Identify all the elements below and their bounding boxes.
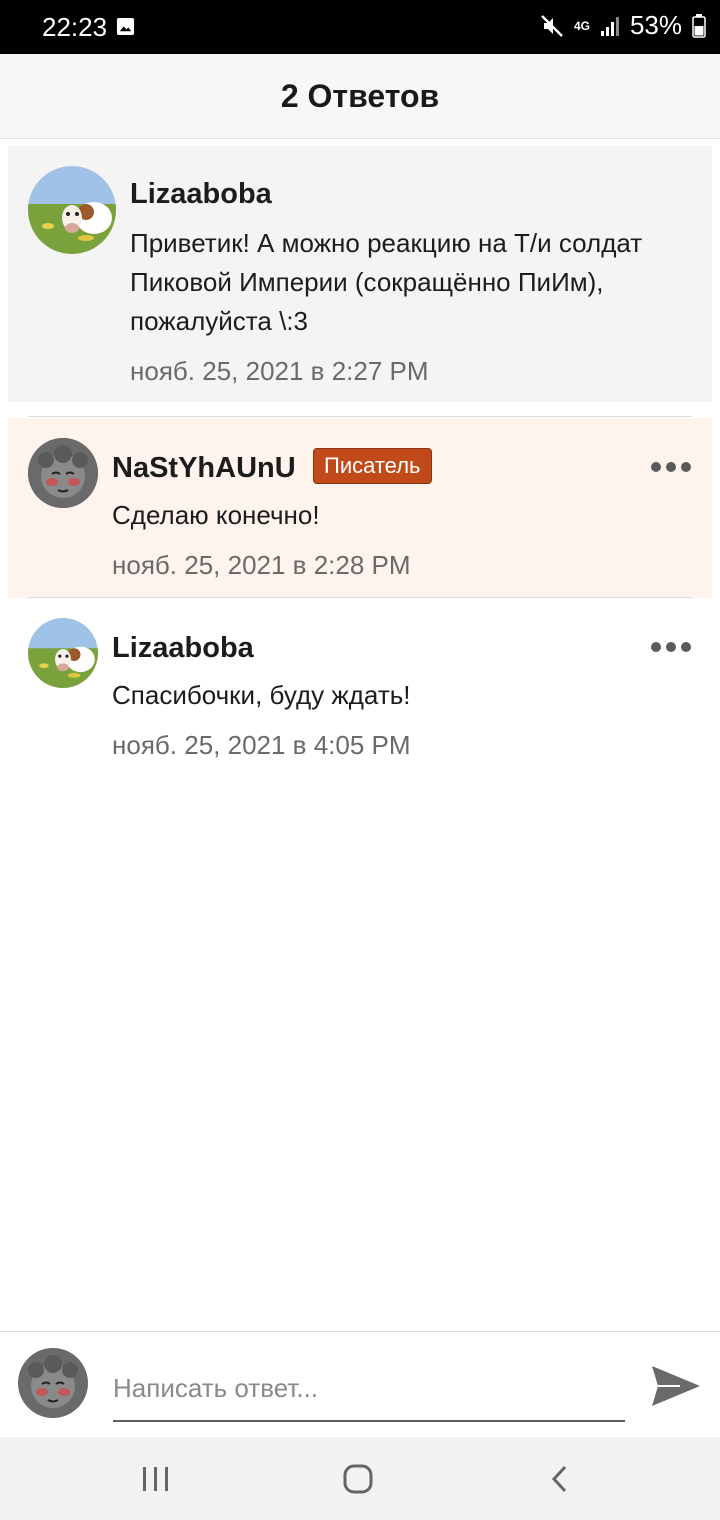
reply-comment: NaStYhAUnU Писатель Сделаю конечно! нояб… [8,418,712,598]
header: 2 Ответов [0,54,720,139]
status-icons: 4G 53% [540,10,706,41]
username[interactable]: Lizaaboba [112,632,254,665]
comment-text: Сделаю конечно! [112,500,320,530]
username[interactable]: NaStYhAUnU [112,452,296,485]
parent-comment: Lizaaboba Приветик! А можно реакцию на Т… [8,146,712,402]
comment-time: нояб. 25, 2021 в 2:27 PM [130,356,429,386]
avatar[interactable] [28,618,98,688]
writer-badge: Писатель [313,448,432,484]
reply-composer [0,1331,720,1438]
avatar[interactable] [28,166,116,254]
recents-icon[interactable] [134,1457,178,1501]
comment-time: нояб. 25, 2021 в 2:28 PM [112,550,411,580]
more-icon[interactable] [651,462,691,472]
comment-time: нояб. 25, 2021 в 4:05 PM [112,730,411,760]
reply-input[interactable] [113,1356,625,1422]
comment-text: Спасибочки, буду ждать! [112,680,411,710]
my-avatar [18,1348,88,1418]
image-icon [116,17,135,36]
reply-comment: Lizaaboba Спасибочки, буду ждать! нояб. … [0,598,720,778]
avatar[interactable] [28,438,98,508]
mute-icon [541,14,563,37]
status-bar: 22:23 4G 53% [0,0,720,54]
comment-text: Приветик! А можно реакцию на Т/и солдат … [130,228,643,336]
divider [28,416,692,417]
page-title: 2 Ответов [280,77,440,114]
sketch-avatar-image [18,1348,88,1418]
cow-avatar-image [28,618,98,688]
battery-percent: 53% [629,10,682,40]
back-icon[interactable] [538,1457,582,1501]
network-type: 4G [573,18,590,33]
username[interactable]: Lizaaboba [130,178,272,211]
signal-icon [600,16,619,36]
send-icon[interactable] [650,1360,702,1412]
more-icon[interactable] [651,642,691,652]
battery-icon [692,13,706,38]
sketch-avatar-image [28,438,98,508]
status-time: 22:23 [42,12,108,42]
home-icon[interactable] [336,1457,380,1501]
system-nav-bar [0,1437,720,1520]
cow-avatar-image [28,166,116,254]
